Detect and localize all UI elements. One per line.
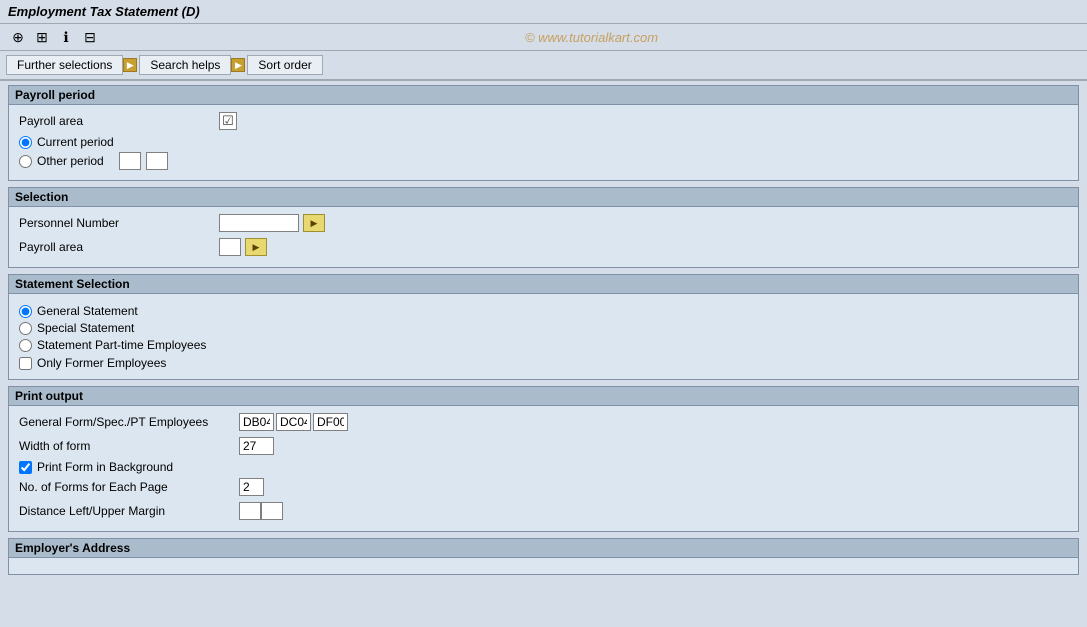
current-period-label: Current period [37,135,114,149]
print-output-body: General Form/Spec./PT Employees Width of… [9,406,1078,531]
employers-address-section: Employer's Address [8,538,1079,575]
distance-margin-input-2[interactable] [261,502,283,520]
print-background-checkbox[interactable] [19,461,32,474]
current-period-radio[interactable] [19,136,32,149]
selection-header: Selection [9,188,1078,207]
further-selections-label: Further selections [17,58,112,72]
period-radio-group: Current period Other period [19,135,1068,170]
former-employees-row[interactable]: Only Former Employees [19,356,1068,370]
personnel-number-label: Personnel Number [19,216,219,230]
nav-arrow-2: ▶ [231,58,245,72]
selection-payroll-area-input[interactable] [219,238,241,256]
employers-address-body [9,558,1078,574]
personnel-number-select-btn[interactable]: ▶ [303,214,325,232]
print-output-section: Print output General Form/Spec./PT Emplo… [8,386,1079,532]
special-statement-label: Special Statement [37,321,134,335]
former-employees-checkbox[interactable] [19,357,32,370]
selection-body: Personnel Number ▶ Payroll area ▶ [9,207,1078,267]
personnel-select-arrow-icon: ▶ [311,218,318,229]
toolbar: ⊕ ⊞ ℹ ⊟ © www.tutorialkart.com [0,24,1087,51]
other-period-radio[interactable] [19,155,32,168]
statement-radio-group: General Statement Special Statement Stat… [19,304,1068,352]
selection-payroll-area-label: Payroll area [19,240,219,254]
statement-selection-section: Statement Selection General Statement Sp… [8,274,1079,380]
print-background-row[interactable]: Print Form in Background [19,460,1068,474]
search-helps-label: Search helps [150,58,220,72]
payroll-area-checkbox[interactable]: ☑ [219,112,237,130]
part-time-label: Statement Part-time Employees [37,338,206,352]
personnel-number-row: Personnel Number ▶ [19,213,1068,233]
width-of-form-input[interactable] [239,437,274,455]
part-time-radio[interactable] [19,339,32,352]
general-form-label: General Form/Spec./PT Employees [19,415,239,429]
general-form-input-2[interactable] [276,413,311,431]
width-of-form-label: Width of form [19,439,239,453]
nav-arrow-1: ▶ [123,58,137,72]
general-form-inputs [239,413,348,431]
statement-selection-body: General Statement Special Statement Stat… [9,294,1078,379]
distance-margin-input-1[interactable] [239,502,261,520]
general-statement-row[interactable]: General Statement [19,304,1068,318]
statement-selection-header: Statement Selection [9,275,1078,294]
selection-payroll-area-row: Payroll area ▶ [19,237,1068,257]
general-form-input-1[interactable] [239,413,274,431]
personnel-number-input[interactable] [219,214,299,232]
menu-icon[interactable]: ⊟ [80,27,100,47]
payroll-period-header: Payroll period [9,86,1078,105]
distance-margin-row: Distance Left/Upper Margin [19,501,1068,521]
other-period-input-1[interactable] [119,152,141,170]
selection-section: Selection Personnel Number ▶ Payroll are… [8,187,1079,268]
employers-address-header: Employer's Address [9,539,1078,558]
current-period-row[interactable]: Current period [19,135,1068,149]
info-icon[interactable]: ℹ [56,27,76,47]
other-period-row[interactable]: Other period [19,152,1068,170]
no-forms-row: No. of Forms for Each Page [19,477,1068,497]
no-forms-label: No. of Forms for Each Page [19,480,239,494]
payroll-area-label: Payroll area [19,114,219,128]
general-statement-radio[interactable] [19,305,32,318]
sort-order-button[interactable]: Sort order [247,55,322,75]
payroll-select-arrow-icon: ▶ [253,242,260,253]
print-output-header: Print output [9,387,1078,406]
print-background-label: Print Form in Background [37,460,173,474]
general-form-row: General Form/Spec./PT Employees [19,412,1068,432]
back-icon[interactable]: ⊕ [8,27,28,47]
width-of-form-row: Width of form [19,436,1068,456]
general-statement-label: General Statement [37,304,138,318]
payroll-area-select-btn[interactable]: ▶ [245,238,267,256]
other-period-label: Other period [37,154,104,168]
page-title: Employment Tax Statement (D) [8,4,200,19]
payroll-area-row: Payroll area ☑ [19,111,1068,131]
payroll-period-section: Payroll period Payroll area ☑ Current pe… [8,85,1079,181]
part-time-row[interactable]: Statement Part-time Employees [19,338,1068,352]
payroll-period-body: Payroll area ☑ Current period Other peri… [9,105,1078,180]
special-statement-radio[interactable] [19,322,32,335]
search-helps-button[interactable]: Search helps [139,55,231,75]
general-form-input-3[interactable] [313,413,348,431]
distance-margin-label: Distance Left/Upper Margin [19,504,239,518]
content-area: Payroll period Payroll area ☑ Current pe… [0,81,1087,627]
watermark: © www.tutorialkart.com [104,30,1079,45]
former-employees-label: Only Former Employees [37,356,166,370]
sort-order-label: Sort order [258,58,311,72]
nav-bar: Further selections ▶ Search helps ▶ Sort… [0,51,1087,81]
other-period-input-2[interactable] [146,152,168,170]
title-bar: Employment Tax Statement (D) [0,0,1087,24]
further-selections-button[interactable]: Further selections [6,55,123,75]
special-statement-row[interactable]: Special Statement [19,321,1068,335]
save-icon[interactable]: ⊞ [32,27,52,47]
no-forms-input[interactable] [239,478,264,496]
